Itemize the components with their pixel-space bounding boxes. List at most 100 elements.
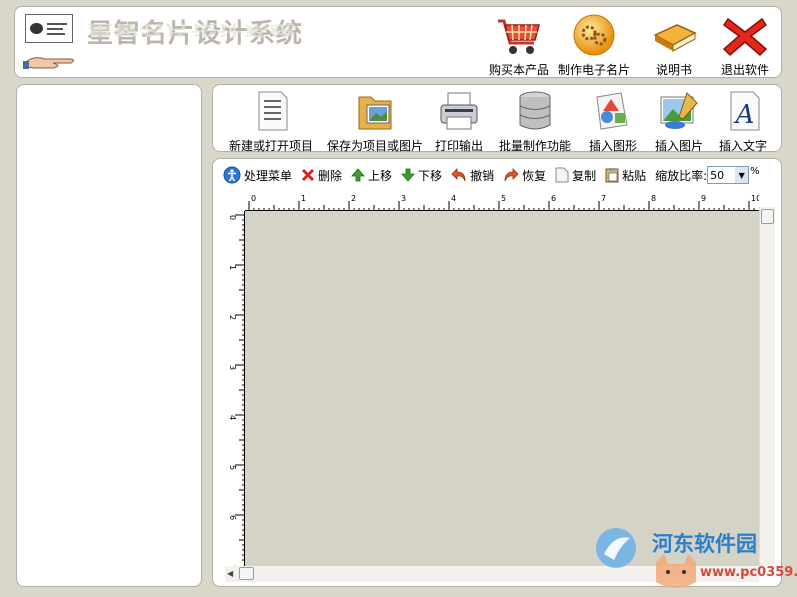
printer-icon (440, 92, 478, 130)
paste-clipboard-icon (605, 167, 619, 183)
new-open-project-label: 新建或打开项目 (229, 139, 314, 153)
process-menu-button[interactable]: 处理菜单 (223, 166, 292, 184)
move-down-button[interactable]: 下移 (401, 167, 442, 184)
accessibility-circle-icon (223, 166, 241, 184)
watermark-logo-icon (596, 528, 636, 568)
batch-make-label: 批量制作功能 (499, 139, 572, 153)
h-ruler-label: 5 (501, 194, 506, 203)
vertical-scrollbar[interactable] (759, 207, 775, 566)
print-button[interactable]: 打印输出 (435, 89, 483, 154)
redo-label: 恢复 (522, 168, 547, 183)
horizontal-ruler: 0 1 2 3 4 5 6 7 8 9 10 (245, 194, 759, 211)
paste-button[interactable]: 粘贴 (605, 167, 646, 184)
v-ruler-label: 4 (228, 415, 237, 420)
undo-label: 撤销 (470, 168, 495, 183)
book-icon (653, 24, 697, 52)
buy-product-button[interactable]: 购买本产品 (482, 13, 556, 78)
zoom-label: 缩放比率: (655, 168, 708, 183)
h-ruler-label: 4 (451, 194, 456, 203)
insert-shape-button[interactable]: 插入图形 (589, 89, 637, 154)
v-ruler-label: 5 (228, 465, 237, 470)
insert-text-label: 插入文字 (719, 139, 768, 153)
h-ruler-label: 1 (301, 194, 306, 203)
document-list-icon (258, 91, 288, 131)
insert-image-label: 插入图片 (655, 139, 704, 153)
red-x-icon (722, 17, 768, 57)
zoom-value: 50 (710, 168, 725, 182)
arrow-down-icon (401, 168, 415, 182)
move-down-label: 下移 (418, 168, 443, 183)
v-ruler-label: 3 (228, 365, 237, 370)
zoom-unit: % (750, 165, 760, 177)
new-open-project-button[interactable]: 新建或打开项目 (229, 89, 313, 154)
business-card-logo-icon (25, 14, 73, 43)
chevron-down-icon[interactable]: ▼ (735, 167, 749, 183)
insert-image-button[interactable]: 插入图片 (655, 89, 703, 154)
insert-shape-label: 插入图形 (589, 139, 638, 153)
undo-arrow-icon (451, 168, 467, 182)
folder-image-icon (358, 96, 392, 130)
h-ruler-label: 0 (251, 194, 256, 203)
v-ruler-label: 6 (228, 515, 237, 520)
redo-arrow-icon (503, 168, 519, 182)
h-ruler-label: 3 (401, 194, 406, 203)
zoom-select[interactable]: 50 ▼ (707, 166, 750, 184)
manual-label: 说明书 (655, 63, 692, 77)
delete-label: 删除 (318, 168, 343, 183)
save-project-image-button[interactable]: 保存为项目或图片 (327, 89, 423, 154)
letter-a-icon: A (730, 91, 760, 131)
delete-x-icon (301, 168, 315, 182)
manual-button[interactable]: 说明书 (637, 13, 711, 78)
h-ruler-label: 2 (351, 194, 356, 203)
h-ruler-label: 7 (601, 194, 606, 203)
save-project-image-label: 保存为项目或图片 (327, 139, 424, 153)
arrow-up-icon (351, 168, 365, 182)
delete-button[interactable]: 删除 (301, 167, 342, 184)
v-ruler-label: 2 (228, 315, 237, 320)
header-panel: 星智名片设计系统 星智名片设计系统 购买本产品 制作电子名片 说明书 退出软件 (14, 6, 782, 78)
cat-mascot-icon (656, 554, 696, 588)
copy-page-icon (555, 167, 569, 183)
paste-label: 粘贴 (622, 168, 647, 183)
h-ruler-label: 9 (701, 194, 706, 203)
h-ruler-label: 8 (651, 194, 656, 203)
buy-product-label: 购买本产品 (488, 63, 549, 77)
exit-label: 退出软件 (720, 63, 769, 77)
process-menu-label: 处理菜单 (244, 168, 293, 183)
vertical-ruler: 01234567 (228, 211, 245, 566)
app-title-reflection: 星智名片设计系统 (87, 21, 296, 38)
zoom-control: 缩放比率: 50 ▼ % (655, 166, 760, 184)
copy-button[interactable]: 复制 (555, 167, 596, 184)
scroll-left-arrow-icon[interactable]: ◀ (227, 569, 233, 578)
undo-button[interactable]: 撤销 (451, 167, 494, 184)
redo-button[interactable]: 恢复 (503, 167, 546, 184)
vertical-scroll-thumb[interactable] (761, 209, 774, 224)
shapes-icon (596, 92, 628, 130)
exit-button[interactable]: 退出软件 (708, 13, 782, 78)
move-up-label: 上移 (368, 168, 393, 183)
svg-text:A: A (734, 100, 755, 130)
copy-label: 复制 (572, 168, 597, 183)
print-label: 打印输出 (435, 139, 484, 153)
database-icon (519, 91, 551, 130)
move-up-button[interactable]: 上移 (351, 167, 392, 184)
make-ecard-button[interactable]: 制作电子名片 (557, 13, 631, 78)
editor-panel: 处理菜单 删除 上移 下移 撤销 恢复 复制 粘贴 缩放比率: 50 ▼ % 0… (212, 158, 782, 587)
left-side-panel[interactable] (16, 84, 202, 587)
v-ruler-label: 1 (228, 265, 237, 270)
edit-toolbar: 处理菜单 删除 上移 下移 撤销 恢复 复制 粘贴 缩放比率: 50 ▼ % (223, 164, 762, 186)
batch-make-button[interactable]: 批量制作功能 (499, 89, 571, 154)
hand-logo-icon (23, 57, 74, 69)
insert-text-button[interactable]: A 插入文字 (719, 89, 767, 154)
paint-picture-icon (660, 92, 698, 129)
site-watermark: 河东软件园 www.pc0359.cn (590, 524, 797, 594)
shopping-cart-icon (498, 19, 540, 54)
make-ecard-label: 制作电子名片 (557, 63, 630, 77)
design-canvas[interactable] (245, 211, 759, 566)
gears-orb-icon (573, 14, 615, 56)
h-ruler-label: 10 (751, 194, 759, 203)
v-ruler-label: 0 (228, 215, 237, 220)
horizontal-scroll-thumb[interactable] (239, 567, 254, 580)
h-ruler-label: 6 (551, 194, 556, 203)
main-toolbar: 新建或打开项目 保存为项目或图片 打印输出 批量制作功能 插入图形 插入图片 A… (212, 84, 782, 154)
